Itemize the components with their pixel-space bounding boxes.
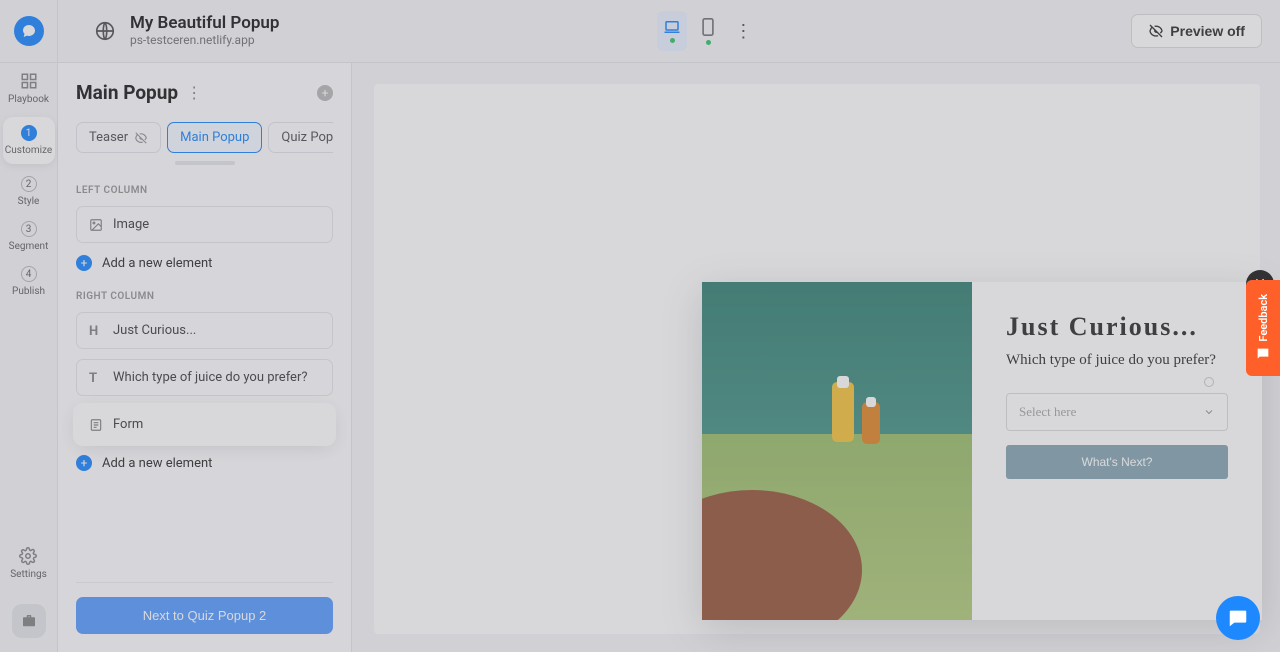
loader-icon: [1204, 377, 1214, 387]
status-dot-icon: [706, 40, 711, 45]
tab-quiz-popup[interactable]: Quiz Popu: [268, 122, 333, 153]
add-element-right[interactable]: + Add a new element: [76, 455, 333, 471]
editor-panel: Main Popup ⋮ + Teaser Main Popup Quiz Po…: [58, 63, 352, 652]
popup-image: [702, 282, 972, 620]
plus-icon: +: [76, 255, 92, 271]
feedback-tab[interactable]: Feedback: [1246, 280, 1280, 376]
text-icon: T: [89, 371, 103, 385]
editor-more-button[interactable]: ⋮: [186, 83, 202, 102]
grid-icon: [20, 72, 38, 90]
element-image[interactable]: Image: [76, 206, 333, 243]
chat-icon: [1255, 346, 1271, 362]
page-subtitle: ps-testceren.netlify.app: [130, 34, 279, 48]
step-customize[interactable]: 1 Customize: [3, 117, 55, 164]
right-column-label: RIGHT COLUMN: [76, 291, 333, 302]
plus-icon: +: [76, 455, 92, 471]
status-dot-icon: [670, 38, 675, 43]
left-column-label: LEFT COLUMN: [76, 185, 333, 196]
form-icon: [89, 418, 103, 432]
device-mobile-button[interactable]: [693, 11, 723, 51]
element-text[interactable]: T Which type of juice do you prefer?: [76, 359, 333, 396]
popup-step-tabs: Teaser Main Popup Quiz Popu: [76, 122, 333, 153]
tab-main-popup[interactable]: Main Popup: [167, 122, 262, 153]
step-publish[interactable]: 4 Publish: [3, 264, 55, 299]
eye-off-icon: [1148, 23, 1164, 39]
device-desktop-button[interactable]: [657, 11, 687, 51]
intercom-chat-button[interactable]: [1216, 596, 1260, 640]
add-element-left[interactable]: + Add a new element: [76, 255, 333, 271]
chat-bubble-icon: [1227, 607, 1249, 629]
mobile-icon: [702, 18, 714, 36]
tab-scroll-indicator[interactable]: [175, 161, 235, 165]
popup-heading: Just Curious...: [1006, 312, 1228, 342]
globe-icon[interactable]: [94, 20, 116, 42]
briefcase-icon: [20, 612, 38, 630]
chevron-down-icon: [1203, 406, 1215, 418]
gear-icon: [19, 547, 37, 565]
top-bar: My Beautiful Popup ps-testceren.netlify.…: [0, 0, 1280, 63]
popup-select[interactable]: Select here: [1006, 393, 1228, 431]
settings-nav[interactable]: Settings: [10, 547, 47, 580]
step-style[interactable]: 2 Style: [3, 174, 55, 209]
popup-cta-button[interactable]: What's Next?: [1006, 445, 1228, 479]
image-icon: [89, 218, 103, 232]
step-segment[interactable]: 3 Segment: [3, 219, 55, 254]
popup-preview: ✕ Just Curious... Which type of juice do…: [702, 282, 1262, 620]
briefcase-button[interactable]: [12, 604, 46, 638]
next-step-button[interactable]: Next to Quiz Popup 2: [76, 597, 333, 634]
add-popup-button[interactable]: +: [317, 85, 333, 101]
preview-toggle-button[interactable]: Preview off: [1131, 14, 1262, 48]
page-title-group: My Beautiful Popup ps-testceren.netlify.…: [130, 14, 279, 47]
element-heading[interactable]: H Just Curious...: [76, 312, 333, 349]
popup-content: Just Curious... Which type of juice do y…: [972, 282, 1262, 620]
tab-teaser[interactable]: Teaser: [76, 122, 161, 153]
eye-off-icon: [134, 131, 148, 145]
heading-icon: H: [89, 324, 103, 338]
page-title: My Beautiful Popup: [130, 14, 279, 34]
left-rail: Playbook 1 Customize 2 Style 3 Segment 4…: [0, 0, 58, 652]
playbook-nav[interactable]: Playbook: [3, 70, 55, 107]
element-form[interactable]: Form: [76, 406, 333, 443]
editor-title: Main Popup: [76, 81, 178, 104]
more-menu-button[interactable]: ⋮: [733, 21, 753, 42]
laptop-icon: [663, 20, 681, 34]
popup-question: Which type of juice do you prefer?: [1006, 350, 1228, 371]
